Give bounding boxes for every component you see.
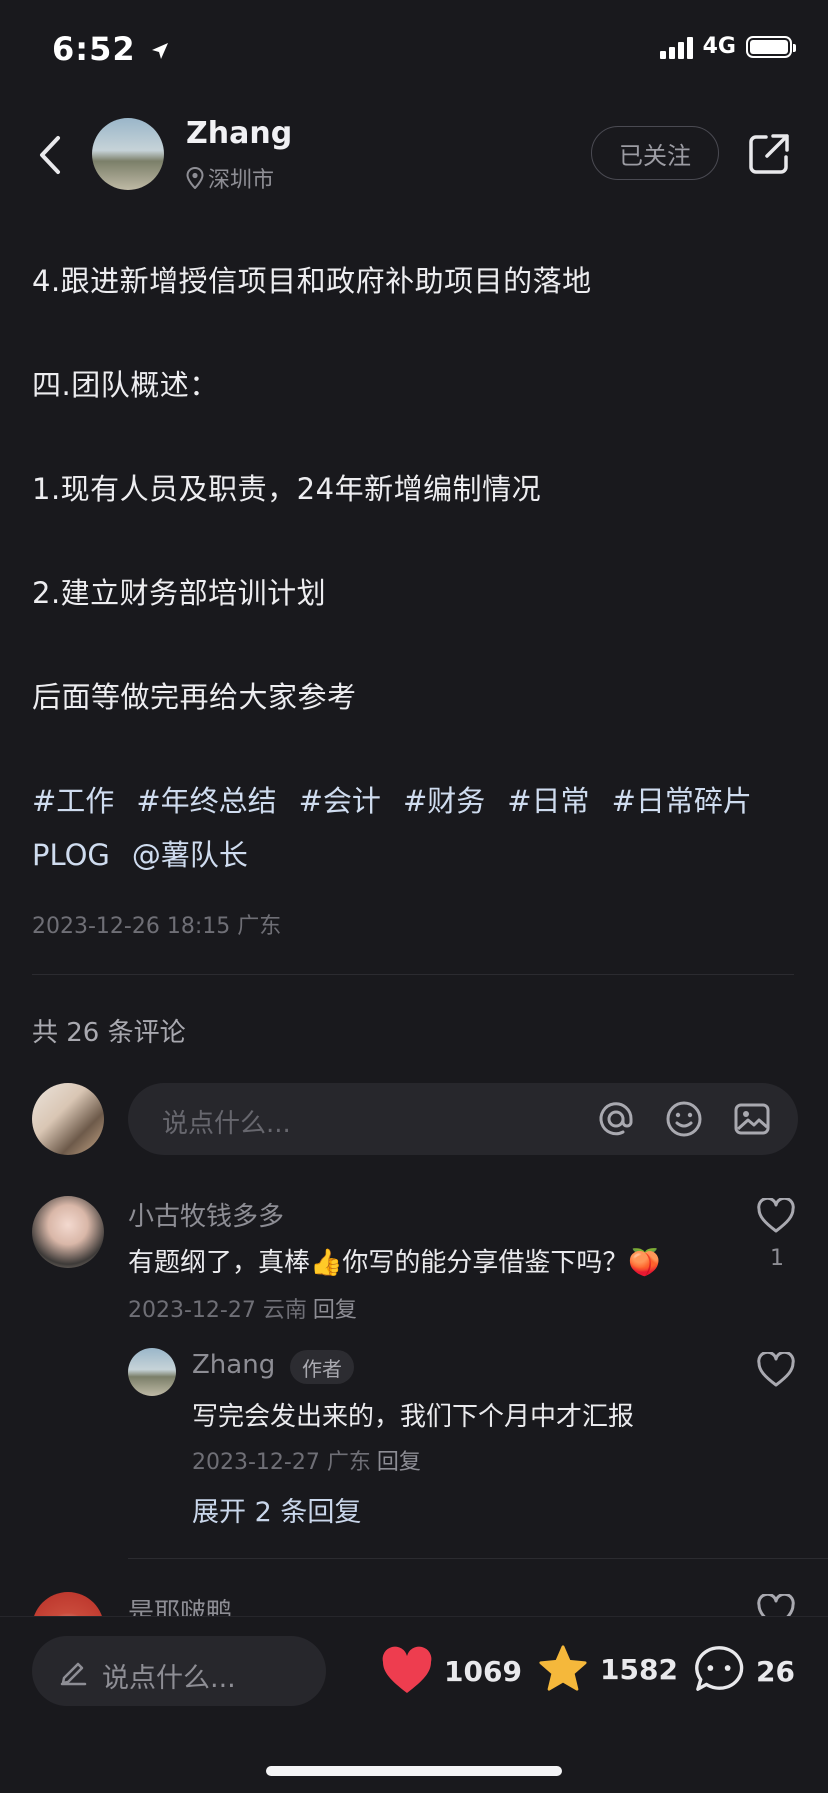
like-heart-icon[interactable] [756, 1198, 796, 1234]
expand-replies-button[interactable]: 展开 2 条回复 [192, 1490, 361, 1529]
location-pin-icon [186, 167, 204, 189]
reply-author-avatar[interactable] [128, 1348, 176, 1396]
author-location: 深圳市 [186, 162, 274, 194]
tag-link[interactable]: #财务 [403, 784, 485, 818]
star-icon[interactable] [536, 1644, 590, 1694]
author-avatar[interactable] [92, 118, 164, 190]
like-heart-icon[interactable] [380, 1646, 434, 1696]
comment-text[interactable]: 有题纲了，真棒👍你写的能分享借鉴下吗？🍑 [128, 1242, 661, 1279]
location-arrow-icon [151, 43, 168, 59]
pencil-icon [60, 1662, 87, 1686]
reply-meta: 2023-12-27 广东 回复 [192, 1450, 421, 1475]
battery-icon [746, 35, 796, 58]
status-indicators: 4G [659, 34, 796, 59]
tag-link[interactable]: #会计 [299, 784, 381, 818]
at-mention-icon[interactable] [596, 1099, 636, 1139]
tag-link[interactable]: #年终总结 [136, 784, 276, 818]
my-avatar [32, 1083, 104, 1155]
divider [128, 1558, 828, 1559]
comment-count-bottom: 26 [756, 1655, 795, 1688]
emoji-icon[interactable] [664, 1099, 704, 1139]
reply-link[interactable]: 回复 [377, 1450, 421, 1475]
home-indicator[interactable] [266, 1766, 562, 1776]
commenter-name[interactable]: 小古牧钱多多 [128, 1196, 284, 1233]
mention-link[interactable]: @薯队长 [132, 838, 248, 872]
status-time: 6:52 [52, 30, 170, 68]
comment-like-count: 1 [770, 1246, 784, 1271]
signal-icon [659, 35, 693, 59]
commenter-avatar[interactable] [32, 1196, 104, 1268]
reply-author-name[interactable]: Zhang [192, 1350, 275, 1380]
reply-link[interactable]: 回复 [313, 1298, 357, 1323]
comment-bubble-icon[interactable] [692, 1644, 746, 1694]
post-date: 2023-12-26 18:15 广东 [32, 914, 282, 939]
post-text-line: 四.团队概述： [32, 368, 219, 402]
follow-button[interactable]: 已关注 [591, 126, 719, 180]
tag-link[interactable]: #日常 [507, 784, 589, 818]
author-name[interactable]: Zhang [186, 116, 292, 151]
star-count: 1582 [600, 1653, 678, 1686]
reply-text[interactable]: 写完会发出来的，我们下个月中才汇报 [192, 1396, 634, 1433]
network-type: 4G [702, 34, 736, 59]
back-icon[interactable] [30, 130, 70, 180]
comment-input-placeholder[interactable]: 说点什么... [162, 1103, 291, 1140]
post-text-line: 后面等做完再给大家参考 [32, 680, 357, 714]
image-icon[interactable] [732, 1099, 772, 1139]
like-heart-icon[interactable] [756, 1352, 796, 1388]
divider [32, 974, 794, 975]
post-text-line: 1.现有人员及职责，24年新增编制情况 [32, 472, 542, 506]
share-icon[interactable] [746, 131, 792, 177]
author-badge: 作者 [290, 1350, 354, 1384]
comment-count: 共 26 条评论 [32, 1018, 186, 1048]
like-count: 1069 [444, 1655, 522, 1688]
comment-meta: 2023-12-27 云南 回复 [128, 1298, 357, 1323]
post-text-line: 2.建立财务部培训计划 [32, 576, 327, 610]
tag-link[interactable]: #工作 [32, 784, 114, 818]
post-text-line: 4.跟进新增授信项目和政府补助项目的落地 [32, 264, 592, 298]
post-tags: #工作 #年终总结 #会计 #财务 #日常 #日常碎片PLOG @薯队长 [32, 774, 802, 882]
bottom-input-placeholder[interactable]: 说点什么... [102, 1656, 236, 1695]
